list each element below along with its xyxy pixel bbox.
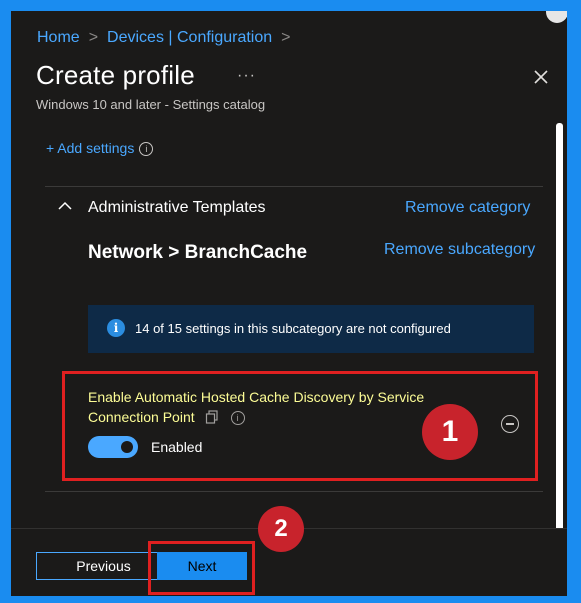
more-options-icon[interactable]: ··· — [237, 67, 256, 85]
category-name[interactable]: Administrative Templates — [88, 199, 266, 217]
add-settings-link[interactable]: + Add settings i — [46, 140, 154, 156]
page-title: Create profile — [36, 60, 195, 90]
info-icon[interactable]: i — [230, 411, 245, 425]
create-profile-panel: Home > Devices | Configuration > Create pro… — [11, 11, 567, 596]
annotation-badge-1: 1 — [422, 404, 478, 460]
chevron-up-icon[interactable] — [58, 201, 72, 211]
breadcrumb-devices-configuration[interactable]: Devices | Configuration — [107, 29, 272, 46]
breadcrumb-home[interactable]: Home — [37, 29, 80, 46]
scrollbar[interactable] — [556, 123, 563, 541]
subcategory-name: Network > BranchCache — [88, 242, 308, 263]
chevron-right-icon: > — [281, 29, 291, 46]
info-bar: i 14 of 15 settings in this subcategory … — [88, 305, 534, 353]
toggle-knob — [121, 441, 133, 453]
info-bar-text: 14 of 15 settings in this subcategory ar… — [135, 321, 451, 336]
breadcrumb: Home > Devices | Configuration > — [37, 29, 300, 47]
section-divider — [45, 186, 543, 187]
setting-name-line2: Connection Point — [88, 409, 195, 425]
add-settings-label[interactable]: + Add settings — [46, 140, 134, 156]
copy-icon[interactable] — [205, 410, 219, 424]
setting-name: Enable Automatic Hosted Cache Discovery … — [88, 387, 458, 427]
toggle-label: Enabled — [151, 439, 203, 455]
annotation-badge-2: 2 — [258, 506, 304, 552]
info-icon[interactable]: i — [139, 142, 154, 156]
remove-subcategory-link[interactable]: Remove subcategory — [384, 241, 535, 259]
chevron-right-icon: > — [88, 29, 99, 46]
remove-setting-icon[interactable] — [501, 415, 519, 433]
next-button[interactable]: Next — [157, 552, 247, 580]
section-divider — [45, 491, 543, 492]
setting-toggle[interactable] — [88, 436, 138, 458]
page-subtitle: Windows 10 and later - Settings catalog — [36, 97, 266, 112]
remove-category-link[interactable]: Remove category — [405, 199, 530, 217]
close-icon[interactable] — [531, 67, 551, 87]
setting-name-line1: Enable Automatic Hosted Cache Discovery … — [88, 389, 425, 405]
window-control-icon[interactable] — [546, 11, 567, 23]
info-icon: i — [107, 319, 125, 337]
